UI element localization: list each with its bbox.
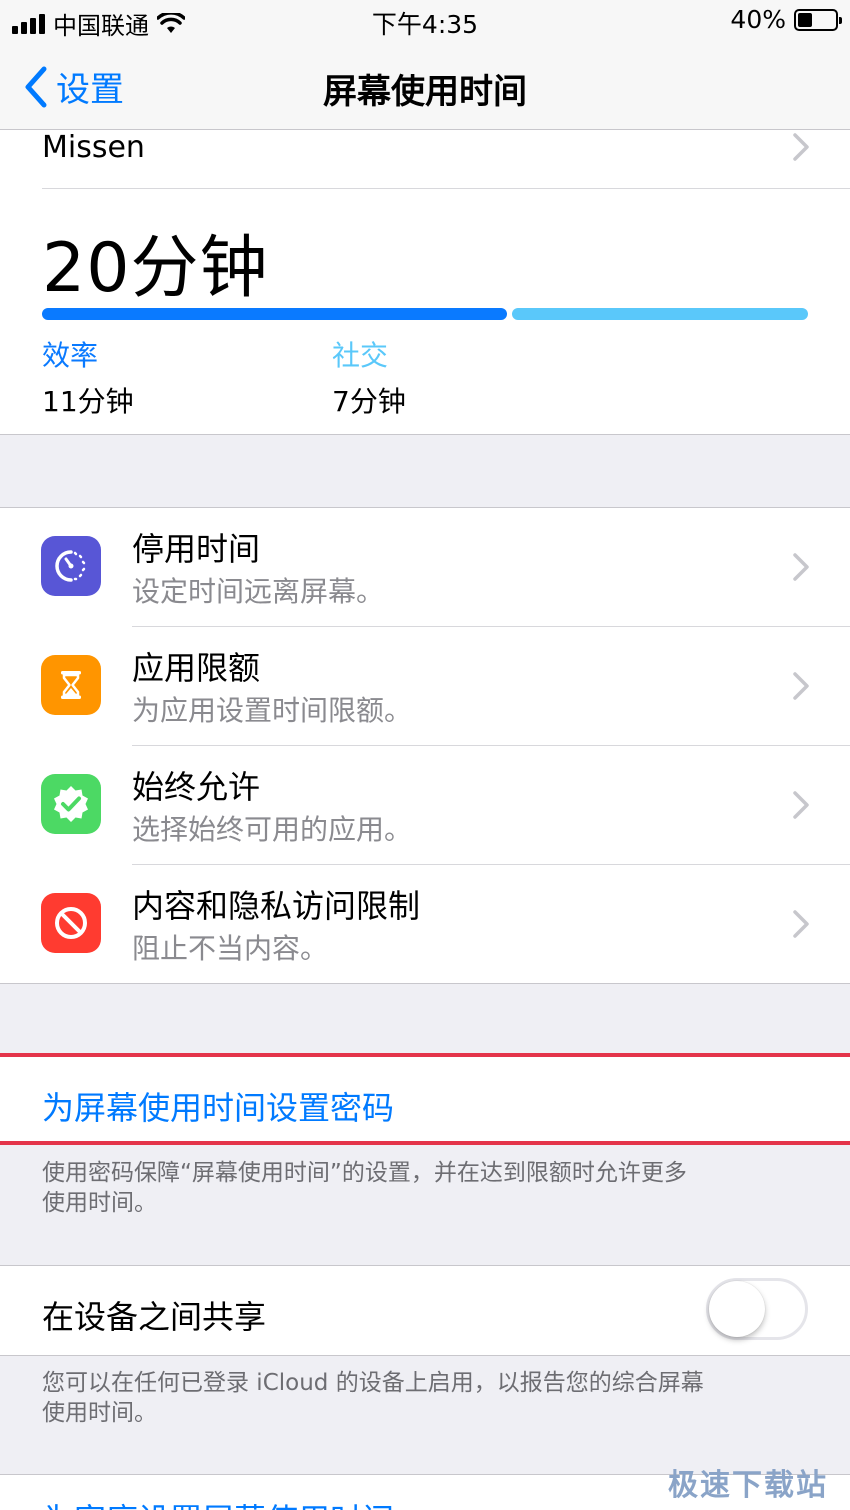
footnote-line: 您可以在任何已登录 iCloud 的设备上启用，以报告您的综合屏幕: [42, 1370, 704, 1396]
toggle-knob: [709, 1281, 765, 1337]
category-label: 社交: [332, 339, 389, 372]
prohibited-icon: [41, 893, 101, 953]
battery-level: [798, 12, 813, 27]
status-time: 下午4:35: [371, 10, 479, 39]
footnote-line: 使用时间。: [42, 1400, 157, 1426]
feature-row-app-limits[interactable]: 应用限额 为应用设置时间限额。: [0, 627, 850, 746]
feature-subtitle: 为应用设置时间限额。: [132, 694, 413, 727]
feature-row-content-privacy[interactable]: 内容和隐私访问限制 阻止不当内容。: [0, 865, 850, 984]
share-toggle[interactable]: [706, 1278, 808, 1340]
total-time: 20分钟: [42, 229, 269, 308]
status-bar: 中国联通 下午4:35 40%: [0, 0, 850, 40]
passcode-row[interactable]: 为屏幕使用时间设置密码: [0, 1053, 850, 1145]
chevron-right-icon: [793, 553, 809, 581]
share-label: 在设备之间共享: [42, 1298, 267, 1336]
feature-subtitle: 阻止不当内容。: [132, 932, 329, 965]
feature-row-always-allowed[interactable]: 始终允许 选择始终可用的应用。: [0, 746, 850, 865]
page-title: 屏幕使用时间: [323, 72, 527, 112]
set-passcode-link[interactable]: 为屏幕使用时间设置密码: [42, 1083, 394, 1129]
feature-list: 停用时间 设定时间远离屏幕。 应用限额 为应用设置时间限额。 始终允许 选择始终…: [0, 507, 850, 984]
battery-percent: 40%: [730, 5, 786, 34]
usage-summary-card[interactable]: Missen 20分钟 效率 11分钟 社交 7分钟: [0, 130, 850, 435]
usage-bar-segment: [42, 308, 508, 320]
usage-bar: [42, 308, 808, 320]
footnote-line: 使用密码保障“屏幕使用时间”的设置，并在达到限额时允许更多: [42, 1160, 687, 1186]
battery-icon: [794, 8, 842, 31]
chevron-right-icon: [793, 791, 809, 819]
feature-title: 内容和隐私访问限制: [132, 887, 421, 925]
navigation-bar: 设置 屏幕使用时间: [0, 40, 850, 130]
hourglass-icon: [41, 655, 101, 715]
user-row[interactable]: Missen: [42, 130, 850, 189]
category-label: 效率: [42, 339, 99, 372]
category-social: 社交 7分钟: [332, 334, 406, 420]
feature-subtitle: 选择始终可用的应用。: [132, 813, 413, 846]
feature-subtitle: 设定时间远离屏幕。: [132, 575, 385, 608]
family-setup-link[interactable]: 为家庭设置屏幕使用时间: [42, 1495, 394, 1510]
share-across-devices-row: 在设备之间共享: [0, 1265, 850, 1356]
user-name: Missen: [42, 130, 145, 165]
feature-title: 应用限额: [132, 649, 261, 687]
share-footnote: 您可以在任何已登录 iCloud 的设备上启用，以报告您的综合屏幕 使用时间。: [42, 1368, 802, 1428]
category-value: 11分钟: [42, 385, 134, 418]
category-value: 7分钟: [332, 385, 406, 418]
chevron-right-icon: [793, 672, 809, 700]
downtime-icon: [41, 536, 101, 596]
watermark: 极速下载站: [668, 1468, 828, 1503]
chevron-right-icon: [793, 910, 809, 938]
usage-bar-segment: [512, 308, 808, 320]
passcode-footnote: 使用密码保障“屏幕使用时间”的设置，并在达到限额时允许更多 使用时间。: [42, 1158, 802, 1218]
category-productivity: 效率 11分钟: [42, 334, 134, 420]
chevron-right-icon: [793, 133, 809, 161]
checkmark-badge-icon: [41, 774, 101, 834]
footnote-line: 使用时间。: [42, 1190, 157, 1216]
feature-row-downtime[interactable]: 停用时间 设定时间远离屏幕。: [0, 508, 850, 627]
feature-title: 始终允许: [132, 768, 261, 806]
feature-title: 停用时间: [132, 530, 261, 568]
